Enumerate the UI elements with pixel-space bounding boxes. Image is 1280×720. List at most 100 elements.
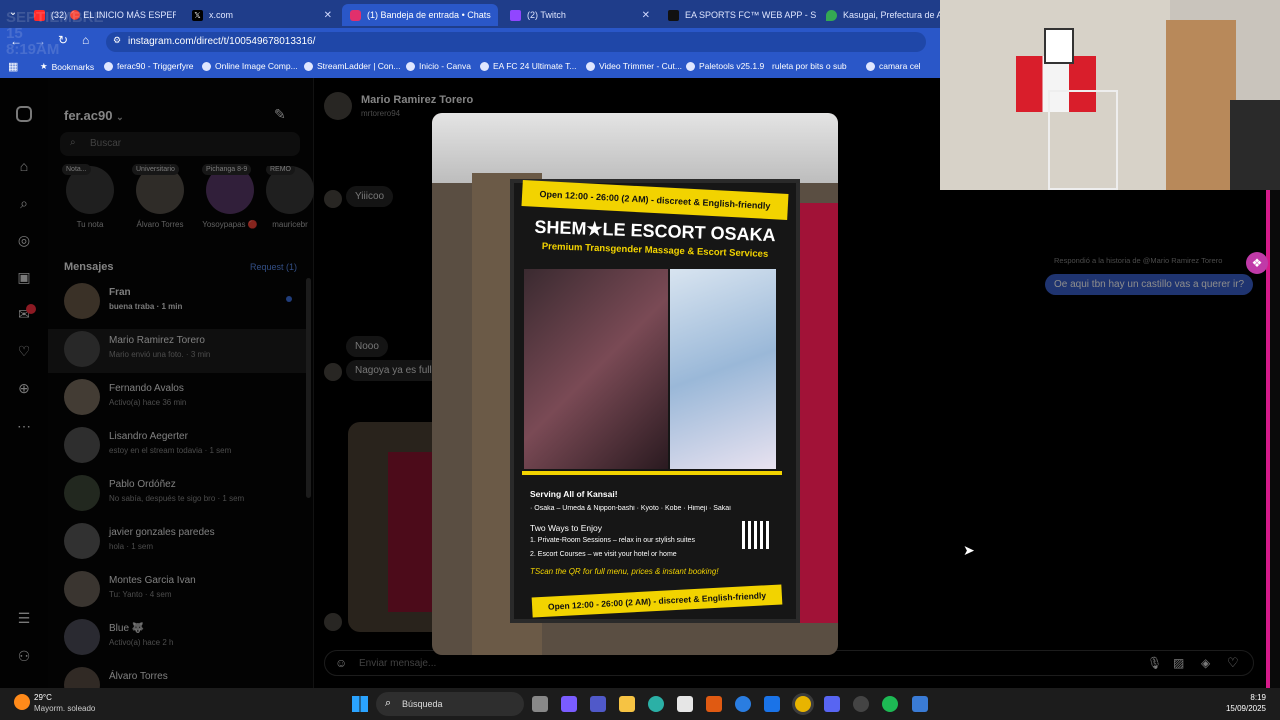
taskbar-search[interactable]: ⌕ Búsqueda bbox=[376, 692, 524, 716]
bookmark-item[interactable]: ferac90 - Triggerfyre bbox=[104, 61, 194, 71]
tab-label: Kasugai, Prefectura de Aichi bbox=[843, 10, 940, 20]
bookmark-icon bbox=[104, 61, 113, 71]
file-explorer-icon[interactable] bbox=[619, 696, 635, 712]
weather-desc: Mayorm. soleado bbox=[34, 704, 96, 713]
bookmark-item[interactable]: Paletools v25.1.9 bbox=[686, 61, 764, 71]
model-photo-left bbox=[524, 269, 668, 469]
close-tab-icon[interactable]: ✕ bbox=[642, 10, 650, 21]
close-tab-icon[interactable]: ✕ bbox=[324, 10, 332, 21]
bookmarks-bar: ▦ ★ Bookmarks ferac90 - Triggerfyre Onlin… bbox=[0, 56, 940, 78]
door bbox=[1166, 20, 1236, 190]
bookmark-label: Online Image Comp... bbox=[215, 61, 298, 71]
date-watermark: SEPTIEMBRE 15 8:19AM bbox=[6, 9, 104, 58]
weather-icon[interactable] bbox=[14, 694, 30, 710]
bookmark-item[interactable]: ruleta por bits o sub bbox=[772, 61, 847, 71]
bookmark-label: ruleta por bits o sub bbox=[772, 61, 847, 71]
url-input[interactable]: ⚙ instagram.com/direct/t/100549678013316/ bbox=[106, 32, 926, 52]
bookmark-label: Inicio - Canva bbox=[419, 61, 471, 71]
ea-icon bbox=[668, 9, 679, 21]
star-icon: ★ bbox=[40, 61, 48, 71]
twitch-icon bbox=[510, 9, 521, 21]
bookmark-item[interactable]: Video Trimmer - Cut... bbox=[586, 61, 682, 71]
mail-icon[interactable] bbox=[735, 696, 751, 712]
obs-icon[interactable] bbox=[853, 696, 869, 712]
bookmark-item[interactable]: Inicio - Canva bbox=[406, 61, 471, 71]
taskbar: 29°C Mayorm. soleado ⌕ Búsqueda 8:19 15/… bbox=[0, 688, 1280, 720]
tab-ea-sports[interactable]: EA SPORTS FC™ WEB APP - Sit✕ bbox=[660, 4, 816, 26]
bookmark-item[interactable]: EA FC 24 Ultimate T... bbox=[480, 61, 576, 71]
maps-icon bbox=[826, 9, 837, 21]
bottom-banner: Open 12:00 - 26:00 (2 AM) - discreet & E… bbox=[531, 584, 783, 618]
bookmark-label: ferac90 - Triggerfyre bbox=[117, 61, 194, 71]
qr-text: TScan the QR for full menu, prices & ins… bbox=[530, 567, 719, 576]
weather-temp: 29°C bbox=[34, 693, 52, 702]
bookmark-label: EA FC 24 Ultimate T... bbox=[493, 61, 577, 71]
apps-grid-icon[interactable]: ▦ bbox=[8, 60, 18, 73]
bookmark-icon bbox=[586, 61, 595, 71]
url-text: instagram.com/direct/t/100549678013316/ bbox=[128, 36, 316, 47]
ways-title: Two Ways to Enjoy bbox=[530, 523, 602, 533]
email-app-icon[interactable] bbox=[764, 696, 780, 712]
floating-action-icon[interactable]: ❖ bbox=[1246, 252, 1268, 274]
sign-board: Open 12:00 - 26:00 (2 AM) - discreet & E… bbox=[510, 179, 800, 623]
address-bar: ← → ↻ ⌂ ⚙ instagram.com/direct/t/10054967… bbox=[0, 10, 940, 58]
bookmark-label: Bookmarks bbox=[51, 61, 95, 72]
bookmark-item[interactable]: StreamLadder | Con... bbox=[304, 61, 400, 71]
bookmark-label: Video Trimmer - Cut... bbox=[599, 61, 682, 71]
app-icon[interactable] bbox=[706, 696, 722, 712]
bookmark-label: camara cel bbox=[879, 61, 921, 71]
bookmark-item[interactable]: Online Image Comp... bbox=[202, 61, 298, 71]
windows-start-icon[interactable] bbox=[352, 696, 368, 712]
bookmark-icon bbox=[304, 61, 313, 71]
lightbox-photo[interactable]: Open 12:00 - 26:00 (2 AM) - discreet & E… bbox=[432, 113, 838, 655]
serving-text: Serving All of Kansai! bbox=[530, 489, 618, 499]
shelf bbox=[1048, 90, 1118, 190]
bookmark-item[interactable]: camara cel bbox=[866, 61, 921, 71]
task-view-icon[interactable] bbox=[532, 696, 548, 712]
clock-time[interactable]: 8:19 bbox=[1222, 693, 1266, 702]
window-app-icon[interactable] bbox=[912, 696, 928, 712]
model-photo-right bbox=[670, 269, 776, 469]
mouse-cursor-icon: ➤ bbox=[963, 542, 975, 558]
search-icon: ⌕ bbox=[385, 697, 392, 709]
copilot-icon[interactable] bbox=[561, 696, 577, 712]
close-tab-icon[interactable]: ✕ bbox=[497, 10, 498, 21]
clock-date[interactable]: 15/09/2025 bbox=[1214, 704, 1266, 713]
chair bbox=[1230, 100, 1280, 190]
tab-x[interactable]: 𝕏x.com ✕ bbox=[184, 4, 340, 26]
bookmark-label: StreamLadder | Con... bbox=[317, 61, 401, 71]
bookmark-icon bbox=[480, 61, 489, 71]
yellow-divider bbox=[522, 471, 782, 475]
bookmark-folder[interactable]: ★ Bookmarks bbox=[40, 61, 94, 72]
spotify-icon[interactable] bbox=[882, 696, 898, 712]
x-icon: 𝕏 bbox=[192, 9, 203, 21]
page-scrollbar[interactable] bbox=[1266, 190, 1280, 688]
instagram-icon bbox=[350, 9, 361, 21]
bookmark-icon bbox=[866, 61, 875, 71]
qr-code-icon bbox=[742, 521, 770, 549]
bookmark-label: Paletools v25.1.9 bbox=[699, 61, 765, 71]
teams-icon[interactable] bbox=[590, 696, 606, 712]
bookmark-icon bbox=[406, 61, 415, 71]
tab-label: (2) Twitch bbox=[527, 10, 566, 20]
curtain-right bbox=[800, 203, 838, 623]
poster bbox=[1044, 28, 1074, 64]
search-label: Búsqueda bbox=[402, 699, 443, 709]
areas-text: · Osaka – Umeda & Nippon-bashi · Kyoto ·… bbox=[530, 505, 731, 512]
store-icon[interactable] bbox=[677, 696, 693, 712]
way-2: 2. Escort Courses – we visit your hotel … bbox=[530, 551, 677, 558]
tab-maps[interactable]: Kasugai, Prefectura de Aichi bbox=[818, 4, 940, 26]
top-banner: Open 12:00 - 26:00 (2 AM) - discreet & E… bbox=[521, 180, 789, 220]
tab-label: EA SPORTS FC™ WEB APP - Sit bbox=[685, 10, 816, 20]
bookmark-icon bbox=[202, 61, 211, 71]
tab-twitch[interactable]: (2) Twitch ✕ bbox=[502, 4, 658, 26]
edge-icon[interactable] bbox=[648, 696, 664, 712]
discord-icon[interactable] bbox=[824, 696, 840, 712]
chrome-icon[interactable] bbox=[795, 696, 811, 712]
way-1: 1. Private-Room Sessions – relax in our … bbox=[530, 537, 695, 544]
tab-label: (1) Bandeja de entrada • Chats bbox=[367, 10, 491, 20]
bookmark-icon bbox=[686, 61, 695, 71]
webcam-overlay bbox=[940, 0, 1280, 190]
tab-instagram[interactable]: (1) Bandeja de entrada • Chats ✕ bbox=[342, 4, 498, 26]
tab-bar: ⌄ (32) 🔴 EL INICIO MÁS ESPERA✕ 𝕏x.com✕ (… bbox=[0, 0, 940, 28]
